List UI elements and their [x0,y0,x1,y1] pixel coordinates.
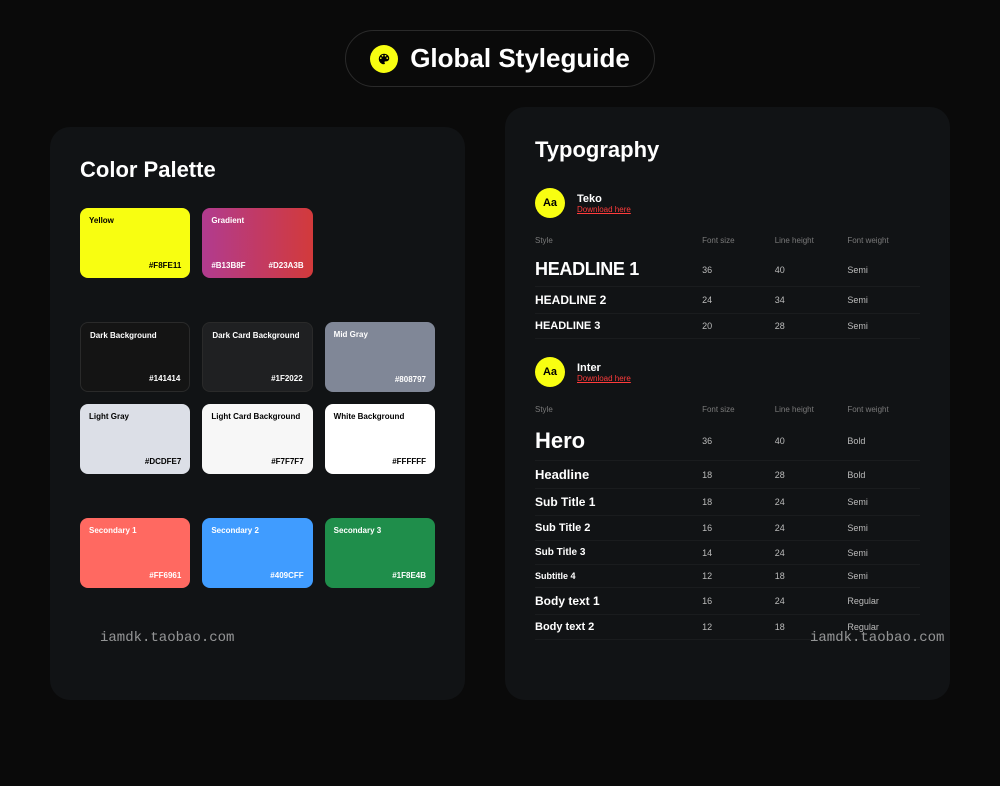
type-row: Sub Title 11824Semi [535,489,920,516]
color-swatch: Secondary 1 #FF6961 [80,518,190,588]
font-badge: Aa [535,188,565,218]
type-row: HEADLINE 22434Semi [535,287,920,314]
color-swatch: White Background #FFFFFF [325,404,435,474]
type-style-sample: Subtitle 4 [535,571,702,581]
type-style-sample: Sub Title 1 [535,495,702,509]
type-table-header: StyleFont sizeLine heightFont weight [535,397,920,422]
header-pill: Global Styleguide [345,30,655,87]
swatch-label: Secondary 2 [211,526,259,535]
type-style-sample: Body text 2 [535,621,702,633]
type-style-sample: Body text 1 [535,594,702,608]
swatch-label: Secondary 1 [89,526,137,535]
type-row: HEADLINE 32028Semi [535,314,920,339]
color-palette-panel: Color Palette Yellow #F8FE11 Gradient #B13B… [50,127,465,700]
color-swatch: Dark Card Background #1F2022 [202,322,312,392]
swatch-hex: #141414 [149,374,180,383]
type-style-sample: HEADLINE 2 [535,293,702,307]
type-row: Headline1828Bold [535,461,920,489]
color-swatch: Yellow #F8FE11 [80,208,190,278]
font-name: Inter [577,362,631,374]
type-row: HEADLINE 13640Semi [535,253,920,287]
color-swatch: Secondary 2 #409CFF [202,518,312,588]
download-link[interactable]: Download here [577,374,631,383]
color-swatch: Gradient #B13B8F #D23A3B [202,208,312,278]
type-style-sample: Sub Title 2 [535,522,702,534]
swatch-label: Yellow [89,216,114,225]
swatch-label: Secondary 3 [334,526,382,535]
color-swatch: Dark Background #141414 [80,322,190,392]
font-name: Teko [577,193,631,205]
color-swatch: Secondary 3 #1F8E4B [325,518,435,588]
swatch-grid: Yellow #F8FE11 Gradient #B13B8F #D23A3B Dark … [80,208,435,588]
type-style-sample: HEADLINE 1 [535,259,702,280]
swatch-hex: #808797 [395,375,426,384]
swatch-hex: #FFFFFF [392,457,426,466]
download-link[interactable]: Download here [577,205,631,214]
type-style-sample: Sub Title 3 [535,547,702,558]
swatch-label: Mid Gray [334,330,368,339]
color-swatch: Light Card Background #F7F7F7 [202,404,312,474]
font-block: Aa TekoDownload here [535,188,920,218]
swatch-hex: #D23A3B [269,261,304,270]
type-row: Body text 21218Regular [535,615,920,640]
type-style-sample: Headline [535,467,702,482]
type-row: Subtitle 41218Semi [535,565,920,588]
color-swatch: Light Gray #DCDFE7 [80,404,190,474]
swatch-label: Dark Background [90,331,157,340]
typography-panel: Typography AaTekoDownload hereStyleFont … [505,107,950,700]
color-palette-title: Color Palette [80,157,435,183]
typography-title: Typography [535,137,920,163]
type-row: Sub Title 21624Semi [535,516,920,541]
color-swatch: Mid Gray #808797 [325,322,435,392]
swatch-label: Dark Card Background [212,331,299,340]
swatch-hex: #F8FE11 [149,261,181,270]
type-style-sample: HEADLINE 3 [535,320,702,332]
swatch-hex: #1F8E4B [392,571,426,580]
swatch-hex: #FF6961 [149,571,181,580]
swatch-label: Light Gray [89,412,129,421]
swatch-label: Gradient [211,216,244,225]
type-row: Sub Title 31424Semi [535,541,920,565]
swatch-hex: #409CFF [270,571,303,580]
type-row: Hero3640Bold [535,422,920,461]
type-row: Body text 11624Regular [535,588,920,615]
page-title: Global Styleguide [410,43,630,74]
type-style-sample: Hero [535,428,702,454]
swatch-hex: #B13B8F [211,261,245,270]
swatch-label: Light Card Background [211,412,300,421]
swatch-hex: #DCDFE7 [145,457,181,466]
swatch-label: White Background [334,412,405,421]
swatch-hex: #F7F7F7 [271,457,303,466]
swatch-hex: #1F2022 [271,374,303,383]
font-block: Aa InterDownload here [535,357,920,387]
palette-icon [370,45,398,73]
type-table-header: StyleFont sizeLine heightFont weight [535,228,920,253]
font-badge: Aa [535,357,565,387]
